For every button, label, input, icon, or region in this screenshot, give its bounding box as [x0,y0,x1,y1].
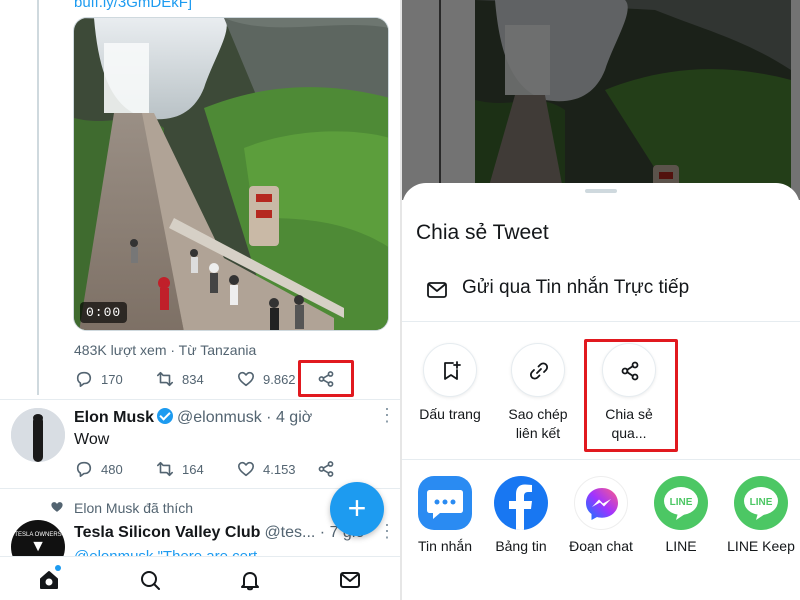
app-facebook-feed[interactable]: Bảng tin [482,476,560,554]
home-icon[interactable] [38,569,60,591]
author-handle: @elonmusk · 4 giờ [177,409,313,426]
tweet-link[interactable]: buff.ly/3GmDEkF] [74,0,192,11]
sheet-grabber[interactable] [585,189,617,193]
compose-tweet-button[interactable]: + [330,482,384,536]
like-action[interactable]: 9.862 [237,370,296,388]
author-name: Tesla Silicon Valley Club [74,524,261,541]
reply-action[interactable]: 170 [75,370,123,388]
heart-icon [237,371,255,387]
share-action[interactable] [317,460,335,478]
share-highlight-box [298,360,354,397]
bookmark-label: Dấu trang [419,406,481,422]
author-name: Elon Musk [74,409,155,426]
copy-link-label-line1: Sao chép [508,406,568,422]
reply-count: 170 [101,371,123,387]
retweet-action[interactable]: 164 [156,460,204,478]
share-via-highlight-box [584,339,678,452]
bell-icon [241,572,259,591]
facebook-icon [509,484,532,530]
bookmark-option[interactable]: Dấu trang [406,343,494,424]
like-count: 9.862 [263,371,296,387]
line-icon: LINE [664,487,698,520]
like-count: 4.153 [263,461,296,477]
line-app-icon: LINE [654,476,708,530]
messenger-icon [586,488,618,520]
search-icon-svg [141,571,160,590]
reply-action[interactable]: 480 [75,460,123,478]
retweet-count: 834 [182,371,204,387]
dm-option-label: Gửi qua Tin nhắn Trực tiếp [462,277,690,298]
link-icon [529,362,549,380]
avatar-image [11,408,65,462]
sheet-title: Chia sẻ Tweet [416,221,549,244]
send-via-dm-option[interactable]: Gửi qua Tin nhắn Trực tiếp [402,267,800,317]
notifications-icon[interactable] [239,569,261,591]
video-duration: 0:00 [80,302,128,323]
view-count: 483K lượt xem · Từ Tanzania [74,342,257,358]
share-icon [318,461,334,477]
reply-icon [76,461,92,478]
reply-icon [76,371,92,388]
facebook-app-icon [494,476,548,530]
app-label: LINE Keep [727,538,795,554]
messages-icon[interactable] [339,569,361,591]
divider [0,399,400,400]
app-line[interactable]: LINE LINE [642,476,720,554]
app-messenger[interactable]: Đoạn chat [562,476,640,554]
verified-badge-icon [157,408,174,424]
divider [402,321,800,322]
dim-overlay [402,0,800,200]
copy-link-button[interactable] [511,343,565,397]
avatar[interactable] [11,408,65,462]
app-label: Đoạn chat [569,538,633,554]
app-label: LINE [665,538,697,554]
bookmark-add-icon [444,361,461,380]
mail-icon [340,572,360,588]
liked-heart-icon [51,502,63,512]
heart-icon [237,461,255,477]
video-frame-image [74,18,388,330]
divider [402,459,800,460]
mail-icon-svg [427,282,447,298]
retweet-count: 164 [182,461,204,477]
share-screen: Chia sẻ Tweet Gửi qua Tin nhắn Trực tiếp… [402,0,800,600]
app-messages[interactable]: Tin nhắn [406,476,484,554]
thread-line [37,0,39,395]
more-options-icon[interactable]: ⋮ [378,522,396,540]
bookmark-button[interactable] [423,343,477,397]
retweet-icon [156,371,174,387]
retweet-icon [156,461,174,477]
social-context: Elon Musk đã thích [74,500,194,516]
line-keep-app-icon: LINE [734,476,788,530]
mail-icon [426,279,448,301]
more-options-icon[interactable]: ⋮ [378,406,396,424]
tweet-text: Wow [74,431,110,448]
app-line-keep[interactable]: LINE LINE Keep [722,476,800,554]
svg-text:LINE: LINE [670,497,693,508]
messenger-app-icon [574,476,628,530]
search-icon[interactable] [139,569,161,591]
chat-bubble-icon [427,490,463,519]
tweet-author-name[interactable]: Elon Musk @elonmusk · 4 giờ [74,408,312,427]
line-keep-icon: LINE [744,487,778,520]
messages-app-icon [418,476,472,530]
like-action[interactable]: 4.153 [237,460,296,478]
share-sheet: Chia sẻ Tweet Gửi qua Tin nhắn Trực tiếp… [402,183,800,600]
copy-link-option[interactable]: Sao chép liên kết [494,343,582,443]
reply-count: 480 [101,461,123,477]
copy-link-label-line2: liên kết [515,425,561,441]
tweet-video[interactable] [73,17,389,331]
feed-screen: buff.ly/3GmDEkF] 0:00 483K lượt xem · Từ… [0,0,400,600]
tweet-author-name[interactable]: Tesla Silicon Valley Club @tes... · 7 giờ [74,524,366,542]
app-label: Bảng tin [495,538,547,554]
notification-dot [55,565,61,571]
retweet-action[interactable]: 834 [156,370,204,388]
bottom-nav [0,556,400,600]
home-icon-svg [40,571,58,589]
svg-text:LINE: LINE [750,497,773,508]
app-label: Tin nhắn [418,538,472,554]
